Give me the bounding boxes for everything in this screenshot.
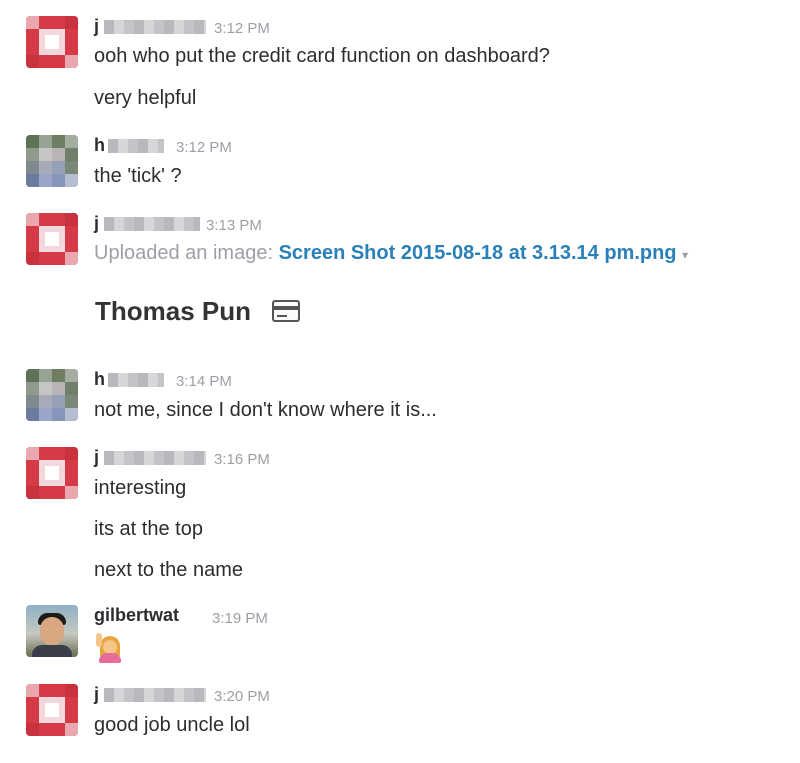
timestamp[interactable]: 3:13 PM xyxy=(206,217,262,234)
avatar[interactable] xyxy=(26,16,78,68)
avatar[interactable] xyxy=(26,213,78,265)
username[interactable]: j xyxy=(94,213,99,234)
avatar[interactable] xyxy=(26,684,78,736)
timestamp[interactable]: 3:20 PM xyxy=(214,688,270,705)
timestamp[interactable]: 3:12 PM xyxy=(214,20,270,37)
timestamp[interactable]: 3:14 PM xyxy=(176,373,232,390)
message-text: ooh who put the credit card function on … xyxy=(94,45,550,67)
username[interactable]: j xyxy=(94,16,99,37)
message-text: next to the name xyxy=(94,559,243,581)
redacted-name xyxy=(108,139,164,153)
image-preview-text[interactable]: Thomas Pun xyxy=(95,296,251,327)
timestamp[interactable]: 3:16 PM xyxy=(214,451,270,468)
redacted-name xyxy=(104,688,206,702)
raising-hand-emoji xyxy=(96,633,124,663)
username[interactable]: h xyxy=(94,369,105,390)
avatar[interactable] xyxy=(26,605,78,657)
redacted-name xyxy=(104,217,200,231)
message-text: the 'tick' ? xyxy=(94,165,182,187)
redacted-name xyxy=(108,373,164,387)
message-text: not me, since I don't know where it is..… xyxy=(94,399,437,421)
message-text: very helpful xyxy=(94,87,197,109)
redacted-name xyxy=(104,20,206,34)
avatar[interactable] xyxy=(26,447,78,499)
message-text: interesting xyxy=(94,477,187,499)
avatar[interactable] xyxy=(26,135,78,187)
file-menu-caret-icon[interactable]: ▾ xyxy=(682,248,688,262)
timestamp[interactable]: 3:12 PM xyxy=(176,139,232,156)
upload-prefix: Uploaded an image: xyxy=(94,242,274,264)
message-text: its at the top xyxy=(94,518,203,540)
redacted-name xyxy=(104,451,206,465)
file-link[interactable]: Screen Shot 2015-08-18 at 3.13.14 pm.png xyxy=(279,242,677,264)
timestamp[interactable]: 3:19 PM xyxy=(212,610,268,627)
username[interactable]: j xyxy=(94,684,99,705)
upload-line: Uploaded an image: Screen Shot 2015-08-1… xyxy=(94,242,688,265)
username[interactable]: h xyxy=(94,135,105,156)
avatar[interactable] xyxy=(26,369,78,421)
message-text: good job uncle lol xyxy=(94,714,250,736)
username[interactable]: gilbertwat xyxy=(94,605,179,626)
credit-card-icon xyxy=(272,300,300,322)
username[interactable]: j xyxy=(94,447,99,468)
